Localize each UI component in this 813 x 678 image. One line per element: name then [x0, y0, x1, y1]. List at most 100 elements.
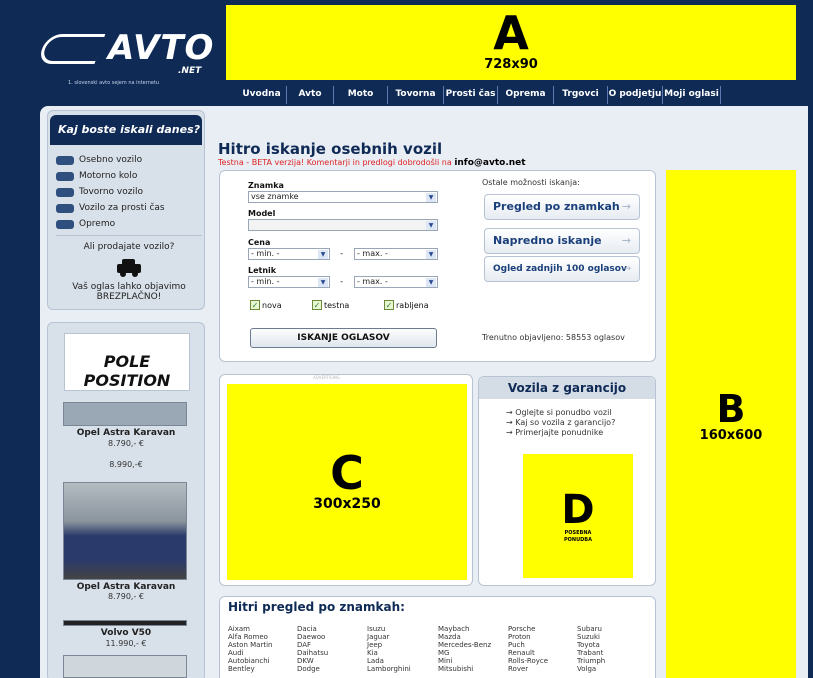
price-min-select[interactable]: - min. - ▼: [248, 248, 330, 260]
car-title[interactable]: Volvo V50: [47, 628, 205, 638]
brand-link[interactable]: Mitsubishi: [438, 665, 491, 673]
brand-link[interactable]: Trabant: [577, 649, 605, 657]
brand-link[interactable]: Daihatsu: [297, 649, 328, 657]
brand-link[interactable]: Audi: [228, 649, 272, 657]
nav-item-moji-oglasi[interactable]: Moji oglasi: [663, 86, 721, 104]
brand-link[interactable]: DKW: [297, 657, 328, 665]
search-submit-button[interactable]: ISKANJE OGLASOV: [250, 328, 437, 348]
brand-link[interactable]: Bentley: [228, 665, 272, 673]
checkbox-nova[interactable]: ✓ nova: [250, 300, 282, 310]
car-thumbnail[interactable]: [63, 620, 187, 626]
pole-position-logo[interactable]: POLE POSITION: [64, 333, 190, 391]
car-thumbnail[interactable]: [63, 655, 187, 678]
brand-link[interactable]: Mini: [438, 657, 491, 665]
motorcycle-icon: [56, 171, 74, 181]
checkbox-testna[interactable]: ✓ testna: [312, 300, 349, 310]
brand-link[interactable]: Alfa Romeo: [228, 633, 272, 641]
arrow-right-icon: →: [621, 200, 631, 213]
checkbox-rabljena[interactable]: ✓ rabljena: [384, 300, 429, 310]
nav-item-o-podjetju[interactable]: O podjetju: [608, 86, 663, 104]
beta-email[interactable]: info@avto.net: [454, 158, 525, 168]
brand-link[interactable]: Volga: [577, 665, 605, 673]
car-sale-icon[interactable]: [115, 256, 143, 278]
brand-link[interactable]: Rover: [508, 665, 548, 673]
brand-link[interactable]: Proton: [508, 633, 548, 641]
brand-link[interactable]: Kia: [367, 649, 411, 657]
arrow-right-icon: →: [506, 408, 513, 417]
checkbox-check-icon: ✓: [312, 300, 322, 310]
sidebar-item-label: Vozilo za prosti čas: [79, 203, 165, 213]
year-max-value: - max. -: [357, 277, 388, 286]
price-min-value: - min. -: [251, 249, 280, 258]
camper-icon: [56, 203, 74, 213]
brand-link[interactable]: Maybach: [438, 625, 491, 633]
chevron-down-icon: ▼: [318, 250, 328, 259]
sidebar-item-label: Tovorno vozilo: [79, 187, 143, 197]
sidebar-item-opremo[interactable]: Opremo: [56, 217, 202, 231]
nav-item-trgovci[interactable]: Trgovci: [554, 86, 608, 104]
price-max-select[interactable]: - max. - ▼: [354, 248, 438, 260]
brand-link[interactable]: Aston Martin: [228, 641, 272, 649]
brand-link[interactable]: Toyota: [577, 641, 605, 649]
brand-link[interactable]: Mazda: [438, 633, 491, 641]
model-select[interactable]: ▼: [248, 219, 438, 231]
banner-b[interactable]: B 160x600: [666, 170, 796, 678]
last-100-ads-button[interactable]: Ogled zadnjih 100 oglasov →: [484, 256, 640, 282]
brand-link[interactable]: Aixam: [228, 625, 272, 633]
brand-link[interactable]: Renault: [508, 649, 548, 657]
guarantee-link[interactable]: → Kaj so vozila z garancijo?: [506, 418, 615, 427]
brand-link[interactable]: Isuzu: [367, 625, 411, 633]
year-max-select[interactable]: - max. - ▼: [354, 276, 438, 288]
chevron-down-icon: ▼: [426, 250, 436, 259]
brand-link[interactable]: Dodge: [297, 665, 328, 673]
sidebar-item-tovorno-vozilo[interactable]: Tovorno vozilo: [56, 185, 202, 199]
brand-link[interactable]: Mercedes-Benz: [438, 641, 491, 649]
brand-link[interactable]: Autobianchi: [228, 657, 272, 665]
brand-link[interactable]: Porsche: [508, 625, 548, 633]
advanced-search-button[interactable]: Napredno iskanje →: [484, 228, 640, 254]
brand-link[interactable]: Puch: [508, 641, 548, 649]
sidebar-item-motorno-kolo[interactable]: Motorno kolo: [56, 169, 202, 183]
brand-link[interactable]: Daewoo: [297, 633, 328, 641]
guarantee-link[interactable]: → Primerjajte ponudnike: [506, 428, 603, 437]
main-nav: Uvodna Avto Moto Tovorna Prosti čas Opre…: [237, 86, 721, 104]
nav-item-tovorna[interactable]: Tovorna: [388, 86, 444, 104]
nav-item-moto[interactable]: Moto: [334, 86, 388, 104]
banner-a-size: 728x90: [484, 57, 538, 72]
logo-word: AVTO: [108, 28, 215, 68]
avto-net-logo[interactable]: AVTO .NET 1. slovenski avto sejem na int…: [36, 20, 220, 90]
brand-link[interactable]: Subaru: [577, 625, 605, 633]
car-title[interactable]: Opel Astra Karavan: [47, 582, 205, 592]
brand-link[interactable]: Triumph: [577, 657, 605, 665]
banner-d[interactable]: D POSEBNA PONUDBA: [523, 454, 633, 578]
year-min-select[interactable]: - min. - ▼: [248, 276, 330, 288]
brand-link[interactable]: Rolls-Royce: [508, 657, 548, 665]
car-thumbnail[interactable]: [63, 402, 187, 426]
banner-c[interactable]: C 300x250: [227, 384, 467, 580]
brand-link[interactable]: Lada: [367, 657, 411, 665]
car-title[interactable]: Opel Astra Karavan: [47, 428, 205, 438]
brand-link[interactable]: Dacia: [297, 625, 328, 633]
sidebar-item-label: Opremo: [79, 219, 116, 229]
sidebar-item-prosti-cas[interactable]: Vozilo za prosti čas: [56, 201, 202, 215]
browse-by-brand-button[interactable]: Pregled po znamkah →: [484, 194, 640, 220]
price-max-value: - max. -: [357, 249, 388, 258]
nav-item-avto[interactable]: Avto: [287, 86, 334, 104]
banner-d-line1: POSEBNA: [564, 530, 592, 536]
brand-link[interactable]: Jeep: [367, 641, 411, 649]
nav-item-oprema[interactable]: Oprema: [498, 86, 554, 104]
nav-item-uvodna[interactable]: Uvodna: [237, 86, 287, 104]
brand-link[interactable]: DAF: [297, 641, 328, 649]
brand-link[interactable]: MG: [438, 649, 491, 657]
brand-link[interactable]: Jaguar: [367, 633, 411, 641]
brand-link[interactable]: Lamborghini: [367, 665, 411, 673]
banner-b-size: 160x600: [699, 428, 763, 443]
guarantee-link[interactable]: → Oglejte si ponudbo vozil: [506, 408, 612, 417]
banner-a[interactable]: A 728x90: [226, 5, 796, 80]
brand-link[interactable]: Suzuki: [577, 633, 605, 641]
brand-select[interactable]: vse znamke ▼: [248, 191, 438, 203]
car-thumbnail[interactable]: [63, 482, 187, 580]
sell-free[interactable]: BREZPLAČNO!: [56, 292, 202, 302]
nav-item-prosti-cas[interactable]: Prosti čas: [444, 86, 498, 104]
sidebar-item-osebno-vozilo[interactable]: Osebno vozilo: [56, 153, 202, 167]
